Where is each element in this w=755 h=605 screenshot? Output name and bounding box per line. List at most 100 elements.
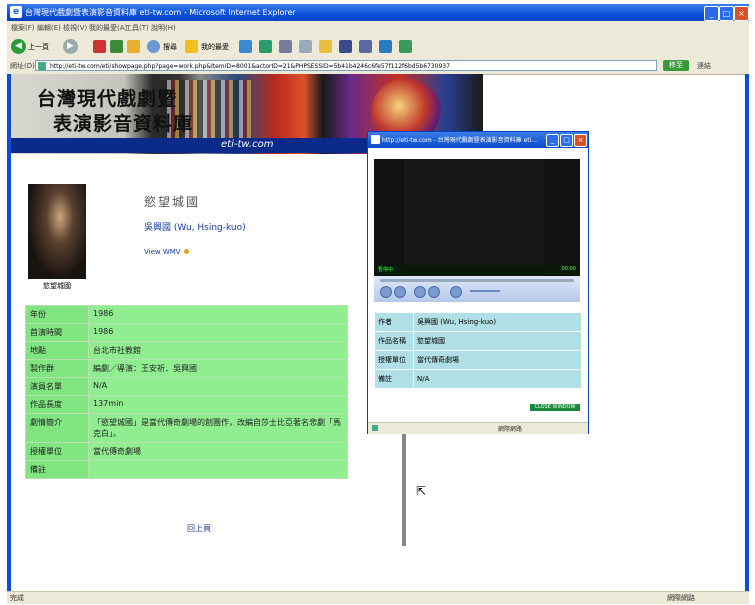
player-controls	[374, 276, 580, 302]
info-key: 作品長度	[26, 396, 88, 413]
view-wmv-link[interactable]: View WMV	[144, 248, 189, 256]
popup-value: N/A	[414, 370, 581, 388]
close-window-button[interactable]: CLOSE WINDOW	[530, 404, 580, 411]
next-icon[interactable]	[428, 286, 440, 298]
menu-view[interactable]: 檢視(V)	[63, 23, 87, 33]
page-done-icon	[372, 425, 378, 431]
media-popup-window[interactable]: http://eti-tw.com - 台灣現代戲劇暨表演影音資料庫 eti..…	[367, 131, 589, 434]
ie-icon: e	[10, 6, 22, 18]
media-icon	[183, 249, 189, 254]
go-button[interactable]: 移至	[663, 60, 689, 71]
table-row: 作品名稱 慾望城國	[375, 332, 581, 350]
popup-maximize-button[interactable]: □	[560, 134, 573, 147]
mail-icon[interactable]	[259, 40, 272, 53]
menu-edit[interactable]: 編輯(E)	[37, 23, 61, 33]
menu-favorites[interactable]: 我的最愛(A)	[89, 23, 127, 33]
toolbar: ◀ 上一頁 ▶ 搜尋 我的最愛	[7, 35, 749, 59]
table-row: 備註	[26, 461, 347, 478]
close-button[interactable]: ×	[734, 6, 749, 21]
volume-slider[interactable]	[470, 290, 500, 292]
site-title-line2: 表演影音資料庫	[53, 113, 194, 135]
table-row: 年份 1986	[26, 306, 347, 323]
info-value: 1986	[89, 306, 347, 323]
popup-status-bar: 網際網路	[368, 422, 588, 434]
video-area	[404, 159, 544, 276]
work-author-link[interactable]: 吳興國 (Wu, Hsing-kuo)	[144, 220, 246, 233]
popup-key: 作品名稱	[375, 332, 413, 350]
folder-icon[interactable]	[319, 40, 332, 53]
popup-value: 當代傳奇劇場	[414, 351, 581, 369]
stop-icon[interactable]	[394, 286, 406, 298]
player-status: 暫停中	[378, 267, 394, 273]
address-label: 網址(D)	[10, 62, 35, 70]
info-value: 1986	[89, 324, 347, 341]
site-title-line1: 台灣現代戲劇暨	[37, 88, 178, 110]
seek-bar[interactable]	[380, 279, 574, 282]
site-domain[interactable]: eti-tw.com	[221, 139, 273, 150]
popup-value: 慾望城國	[414, 332, 581, 350]
favorites-star-icon[interactable]	[185, 40, 198, 53]
player-time: 00:00	[561, 266, 576, 272]
messenger-icon[interactable]	[339, 40, 352, 53]
work-title: 慾望城國	[144, 195, 201, 209]
menu-bar: 檔案(F) 編輯(E) 檢視(V) 我的最愛(A) 工具(T) 說明(H)	[7, 21, 749, 35]
popup-key: 授權單位	[375, 351, 413, 369]
links-label[interactable]: 連結	[697, 61, 711, 71]
back-link[interactable]: 回上頁	[187, 523, 211, 534]
gray-vertical-bar	[402, 432, 406, 546]
info-value: 當代傳奇劇場	[89, 443, 347, 460]
mute-icon[interactable]	[450, 286, 462, 298]
table-row: 製作群 編劇／導演：王安祈．吳興國	[26, 360, 347, 377]
history-icon[interactable]	[239, 40, 252, 53]
research-icon[interactable]	[359, 40, 372, 53]
back-arrow-icon[interactable]: ◀	[11, 39, 26, 54]
previous-icon[interactable]	[414, 286, 426, 298]
photo-caption: 慾望城國	[43, 282, 71, 290]
home-icon[interactable]	[127, 40, 140, 53]
window-right-border	[745, 74, 749, 591]
minimize-button[interactable]: _	[704, 6, 719, 21]
popup-close-button[interactable]: ×	[574, 134, 587, 147]
print-icon[interactable]	[279, 40, 292, 53]
refresh-icon[interactable]	[110, 40, 123, 53]
search-icon[interactable]	[147, 40, 160, 53]
media-icon[interactable]	[379, 40, 392, 53]
favorites-label[interactable]: 我的最愛	[201, 42, 229, 52]
info-value	[89, 461, 347, 478]
mouse-cursor-icon: ⇱	[416, 484, 427, 498]
play-icon[interactable]	[380, 286, 392, 298]
table-row: 授權單位 當代傳奇劇場	[375, 351, 581, 369]
address-bar: 網址(D) http://eti-tw.com/eti/showpage.php…	[7, 58, 749, 75]
menu-help[interactable]: 說明(H)	[151, 23, 176, 33]
status-text: 完成	[10, 594, 24, 602]
maximize-button[interactable]: □	[719, 6, 734, 21]
page-icon	[38, 62, 46, 70]
info-key: 備註	[26, 461, 88, 478]
popup-minimize-button[interactable]: _	[546, 134, 559, 147]
table-row: 作品長度 137min	[26, 396, 347, 413]
forward-arrow-icon[interactable]: ▶	[63, 39, 78, 54]
table-row: 首演時間 1986	[26, 324, 347, 341]
stop-icon[interactable]	[93, 40, 106, 53]
info-value: 編劇／導演：王安祈．吳興國	[89, 360, 347, 377]
tools-icon[interactable]	[399, 40, 412, 53]
menu-file[interactable]: 檔案(F)	[11, 23, 35, 33]
table-row: 演員名單 N/A	[26, 378, 347, 395]
address-input[interactable]: http://eti-tw.com/eti/showpage.php?page=…	[35, 60, 657, 71]
table-row: 地點 台北市社教館	[26, 342, 347, 359]
table-row: 備註 N/A	[375, 370, 581, 388]
edit-icon[interactable]	[299, 40, 312, 53]
info-key: 演員名單	[26, 378, 88, 395]
popup-title-bar[interactable]: http://eti-tw.com - 台灣現代戲劇暨表演影音資料庫 eti..…	[368, 132, 588, 148]
status-zone: 網際網路	[667, 594, 695, 602]
ie-icon	[371, 135, 380, 144]
info-key: 授權單位	[26, 443, 88, 460]
back-label[interactable]: 上一頁	[28, 42, 49, 52]
search-label[interactable]: 搜尋	[163, 42, 177, 52]
address-text: http://eti-tw.com/eti/showpage.php?page=…	[50, 63, 450, 70]
video-player[interactable]	[374, 159, 580, 276]
window-title-bar[interactable]: e 台灣現代戲劇暨表演影音資料庫 eti-tw.com - Microsoft …	[7, 4, 749, 21]
menu-tools[interactable]: 工具(T)	[125, 23, 149, 33]
info-key: 年份	[26, 306, 88, 323]
popup-title: http://eti-tw.com - 台灣現代戲劇暨表演影音資料庫 eti..…	[382, 137, 538, 144]
